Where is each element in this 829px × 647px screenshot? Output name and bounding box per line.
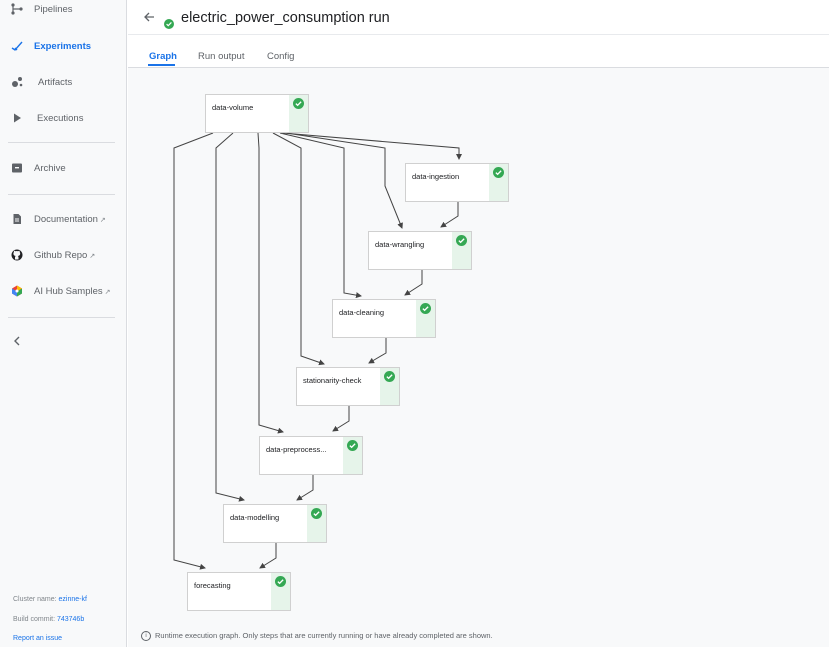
node-status bbox=[452, 232, 471, 269]
sidebar-item-label: Github Repo bbox=[34, 249, 88, 261]
success-status-icon bbox=[164, 16, 174, 29]
archive-icon bbox=[11, 162, 23, 174]
experiments-icon bbox=[11, 40, 23, 52]
success-check-icon bbox=[420, 303, 431, 314]
node-data-cleaning[interactable]: data-cleaning bbox=[332, 299, 436, 338]
node-status bbox=[489, 164, 508, 201]
sidebar-item-pipelines[interactable]: Pipelines bbox=[0, 0, 126, 21]
external-link-icon: ↗ bbox=[99, 216, 106, 224]
cluster-name-label: Cluster name: bbox=[13, 596, 57, 603]
success-check-icon bbox=[493, 167, 504, 178]
sidebar-item-experiments[interactable]: Experiments bbox=[0, 34, 126, 58]
sidebar-item-label: Documentation bbox=[34, 213, 98, 225]
edge-wrangling-cleaning bbox=[404, 270, 423, 296]
github-icon bbox=[11, 249, 23, 261]
success-check-icon bbox=[384, 371, 395, 382]
document-icon bbox=[11, 213, 23, 225]
success-check-icon bbox=[456, 235, 467, 246]
success-check-icon bbox=[347, 440, 358, 451]
external-link-icon: ↗ bbox=[104, 288, 111, 296]
edge-cleaning-stationarity bbox=[368, 338, 387, 364]
build-commit-label: Build commit: bbox=[13, 616, 56, 623]
node-forecasting[interactable]: forecasting bbox=[187, 572, 291, 611]
sidebar-item-label: Artifacts bbox=[38, 76, 73, 88]
sidebar-item-executions[interactable]: Executions bbox=[0, 106, 126, 130]
sidebar-item-documentation[interactable]: Documentation ↗ bbox=[0, 207, 126, 231]
run-header: electric_power_consumption run Graph Run… bbox=[128, 0, 829, 68]
edge-volume-preprocess bbox=[257, 132, 284, 434]
node-data-modelling[interactable]: data-modelling bbox=[223, 504, 327, 543]
runtime-graph: data-volume data-ingestion data-wranglin… bbox=[128, 68, 829, 647]
active-tab-indicator bbox=[148, 64, 175, 66]
node-status bbox=[416, 300, 435, 337]
sidebar: Pipelines Experiments Artifacts Executio… bbox=[0, 0, 127, 647]
sidebar-item-label: AI Hub Samples bbox=[34, 285, 103, 297]
tab-run-output[interactable]: Run output bbox=[198, 51, 244, 62]
node-label: data-cleaning bbox=[339, 308, 385, 317]
graph-info-note: i Runtime execution graph. Only steps tha… bbox=[141, 631, 493, 642]
executions-icon bbox=[11, 112, 23, 124]
pipelines-icon bbox=[11, 3, 23, 15]
header-divider bbox=[128, 34, 829, 35]
sidebar-divider bbox=[8, 317, 115, 318]
sidebar-item-archive[interactable]: Archive bbox=[0, 156, 126, 180]
build-commit-link[interactable]: 743746b bbox=[57, 616, 84, 623]
node-data-preprocessing[interactable]: data-preprocess... bbox=[259, 436, 363, 475]
sidebar-item-github-repo[interactable]: Github Repo ↗ bbox=[0, 243, 126, 267]
node-label: data-wrangling bbox=[375, 240, 425, 249]
tab-graph[interactable]: Graph bbox=[149, 51, 177, 62]
sidebar-divider bbox=[8, 194, 115, 195]
external-link-icon: ↗ bbox=[89, 252, 96, 260]
success-check-icon bbox=[275, 576, 286, 587]
arrow-left-icon bbox=[144, 12, 154, 22]
sidebar-divider bbox=[8, 142, 115, 143]
success-check-icon bbox=[293, 98, 304, 109]
collapse-sidebar-button[interactable] bbox=[0, 329, 126, 353]
edge-volume-modelling bbox=[215, 132, 245, 502]
node-status bbox=[380, 368, 399, 405]
back-button[interactable] bbox=[143, 10, 159, 26]
node-label: data-preprocess... bbox=[266, 445, 327, 454]
tab-config[interactable]: Config bbox=[267, 51, 294, 62]
node-stationarity-check[interactable]: stationarity-check bbox=[296, 367, 400, 406]
ai-hub-icon bbox=[11, 285, 23, 297]
node-label: data-modelling bbox=[230, 513, 280, 522]
edge-preprocess-modelling bbox=[296, 475, 314, 501]
sidebar-item-ai-hub-samples[interactable]: AI Hub Samples ↗ bbox=[0, 279, 126, 303]
graph-note-text: Runtime execution graph. Only steps that… bbox=[155, 631, 493, 640]
node-data-wrangling[interactable]: data-wrangling bbox=[368, 231, 472, 270]
sidebar-item-artifacts[interactable]: Artifacts bbox=[0, 70, 126, 94]
node-label: forecasting bbox=[194, 581, 231, 590]
node-status bbox=[307, 505, 326, 542]
cluster-name-link[interactable]: ezinne-kf bbox=[59, 596, 87, 603]
sidebar-item-label: Executions bbox=[37, 112, 84, 124]
edge-modelling-forecasting bbox=[259, 543, 277, 569]
edge-volume-stationarity bbox=[272, 132, 325, 366]
edge-ingestion-wrangling bbox=[440, 202, 459, 228]
chevron-left-icon bbox=[11, 335, 23, 347]
report-issue: Report an issue bbox=[13, 635, 62, 642]
node-label: stationarity-check bbox=[303, 376, 362, 385]
edge-stationarity-preprocess bbox=[332, 406, 350, 432]
success-check-icon bbox=[311, 508, 322, 519]
graph-edges bbox=[173, 132, 462, 570]
sidebar-item-label: Pipelines bbox=[34, 3, 73, 15]
node-label: data-ingestion bbox=[412, 172, 460, 181]
build-commit: Build commit: 743746b bbox=[13, 616, 84, 623]
node-label: data-volume bbox=[212, 103, 254, 112]
info-icon: i bbox=[141, 631, 151, 642]
edge-volume-cleaning bbox=[279, 132, 362, 299]
node-status bbox=[343, 437, 362, 474]
page-title: electric_power_consumption run bbox=[181, 10, 390, 26]
node-data-ingestion[interactable]: data-ingestion bbox=[405, 163, 509, 202]
node-status bbox=[289, 95, 308, 132]
cluster-name: Cluster name: ezinne-kf bbox=[13, 596, 87, 603]
sidebar-item-label: Archive bbox=[34, 162, 66, 174]
node-status bbox=[271, 573, 290, 610]
report-issue-link[interactable]: Report an issue bbox=[13, 635, 62, 642]
sidebar-item-label: Experiments bbox=[34, 40, 92, 52]
artifacts-icon bbox=[11, 76, 23, 88]
edge-volume-forecasting bbox=[173, 132, 214, 570]
node-data-volume[interactable]: data-volume bbox=[205, 94, 309, 133]
